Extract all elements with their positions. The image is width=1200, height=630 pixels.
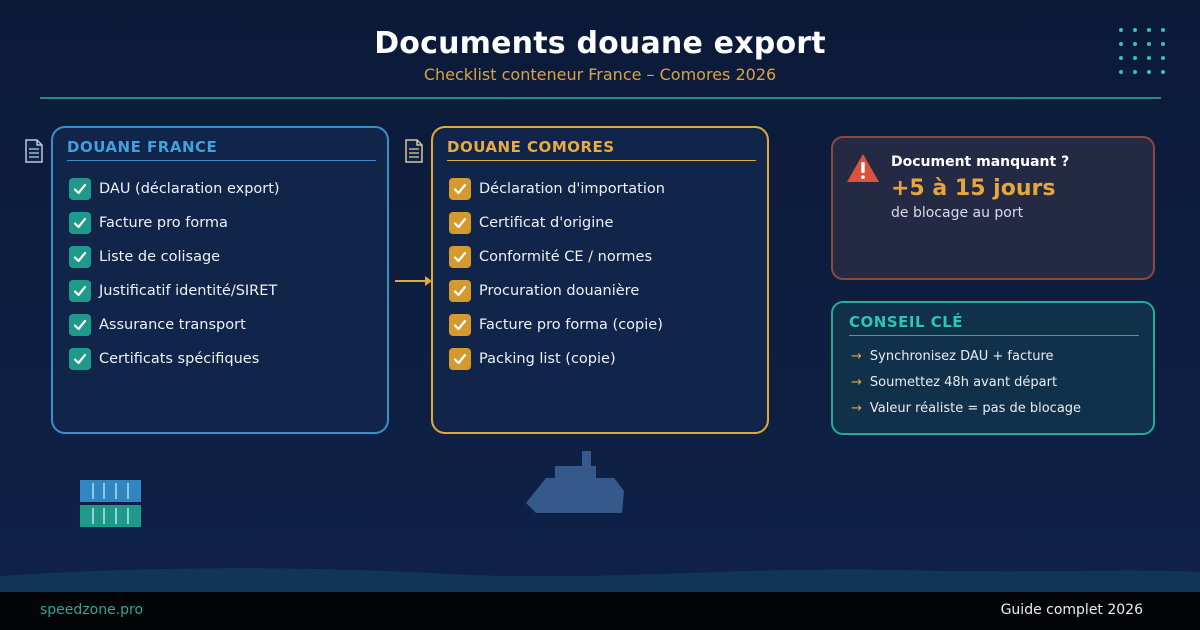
check-icon xyxy=(69,280,91,302)
document-icon xyxy=(25,139,43,163)
check-icon xyxy=(69,246,91,268)
panel-heading: DOUANE COMORES xyxy=(447,138,615,156)
check-icon xyxy=(69,178,91,200)
check-icon xyxy=(449,212,471,234)
list-item[interactable]: Facture pro forma (copie) xyxy=(449,308,665,342)
panel-divider xyxy=(447,160,756,161)
checklist-comores: Déclaration d'importation Certificat d'o… xyxy=(449,172,665,376)
decorative-dot xyxy=(1133,28,1137,32)
decorative-dot xyxy=(1147,28,1151,32)
list-item[interactable]: Justificatif identité/SIRET xyxy=(69,274,280,308)
panel-douane-france: DOUANE FRANCE DAU (déclaration export) F… xyxy=(51,126,389,434)
list-item-label: Facture pro forma xyxy=(99,215,228,231)
list-item-label: Certificat d'origine xyxy=(479,215,614,231)
decorative-dot xyxy=(1119,70,1123,74)
decorative-dot xyxy=(1133,70,1137,74)
panel-heading: DOUANE FRANCE xyxy=(67,138,218,156)
decorative-dot xyxy=(1133,42,1137,46)
tip-item: → Soumettez 48h avant départ xyxy=(851,369,1081,395)
list-item[interactable]: Liste de colisage xyxy=(69,240,280,274)
tip-list: → Synchronisez DAU + facture → Soumettez 4… xyxy=(851,343,1081,421)
panel-divider xyxy=(67,160,376,161)
decorative-dot xyxy=(1147,56,1151,60)
document-icon xyxy=(405,139,423,163)
check-icon xyxy=(449,314,471,336)
tip-item-label: Synchronisez DAU + facture xyxy=(869,348,1054,364)
sea-waves xyxy=(0,568,1200,592)
list-item-label: DAU (déclaration export) xyxy=(99,181,280,197)
panel-douane-comores: DOUANE COMORES Déclaration d'importation… xyxy=(431,126,769,434)
page-title: Documents douane export xyxy=(374,26,826,61)
check-icon xyxy=(449,178,471,200)
list-item[interactable]: Déclaration d'importation xyxy=(449,172,665,206)
list-item[interactable]: Certificats spécifiques xyxy=(69,342,280,376)
footer-guide-label: Guide complet 2026 xyxy=(1000,602,1143,618)
list-item-label: Assurance transport xyxy=(99,317,246,333)
list-item[interactable]: Assurance transport xyxy=(69,308,280,342)
tip-divider xyxy=(849,335,1139,336)
list-item[interactable]: Procuration douanière xyxy=(449,274,665,308)
header-divider xyxy=(40,97,1161,99)
decorative-dot xyxy=(1161,42,1165,46)
check-icon xyxy=(69,314,91,336)
list-item-label: Conformité CE / normes xyxy=(479,249,652,265)
page-subtitle: Checklist conteneur France – Comores 202… xyxy=(423,65,777,84)
list-item[interactable]: Conformité CE / normes xyxy=(449,240,665,274)
alert-subtext: de blocage au port xyxy=(891,205,1024,221)
arrow-right-icon: → xyxy=(851,348,862,364)
list-item-label: Déclaration d'importation xyxy=(479,181,665,197)
decorative-dot xyxy=(1119,56,1123,60)
list-item[interactable]: Certificat d'origine xyxy=(449,206,665,240)
checklist-france: DAU (déclaration export) Facture pro for… xyxy=(69,172,280,376)
arrow-right-icon xyxy=(395,276,432,286)
list-item-label: Certificats spécifiques xyxy=(99,351,260,367)
arrow-right-icon: → xyxy=(851,374,862,390)
decorative-dot xyxy=(1147,42,1151,46)
list-item[interactable]: DAU (déclaration export) xyxy=(69,172,280,206)
list-item[interactable]: Facture pro forma xyxy=(69,206,280,240)
tip-item: → Valeur réaliste = pas de blocage xyxy=(851,395,1081,421)
decorative-dot xyxy=(1161,70,1165,74)
check-icon xyxy=(69,212,91,234)
tip-item: → Synchronisez DAU + facture xyxy=(851,343,1081,369)
tip-heading: CONSEIL CLÉ xyxy=(849,313,964,331)
tip-item-label: Soumettez 48h avant départ xyxy=(869,374,1058,390)
decorative-dot xyxy=(1161,56,1165,60)
check-icon xyxy=(449,246,471,268)
decorative-dot xyxy=(1147,70,1151,74)
list-item-label: Procuration douanière xyxy=(479,283,640,299)
list-item-label: Liste de colisage xyxy=(99,249,221,265)
warning-icon xyxy=(847,154,879,182)
container-icon xyxy=(80,480,141,527)
check-icon xyxy=(69,348,91,370)
tip-item-label: Valeur réaliste = pas de blocage xyxy=(869,400,1082,416)
missing-document-alert: Document manquant ? +5 à 15 jours de blo… xyxy=(831,136,1155,280)
decorative-dot xyxy=(1133,56,1137,60)
decorative-dot xyxy=(1161,28,1165,32)
check-icon xyxy=(449,280,471,302)
decorative-dot xyxy=(1119,28,1123,32)
arrow-right-icon: → xyxy=(851,400,862,416)
list-item[interactable]: Packing list (copie) xyxy=(449,342,665,376)
footer: speedzone.pro Guide complet 2026 xyxy=(0,592,1200,630)
decorative-dot-grid xyxy=(1117,25,1173,77)
list-item-label: Facture pro forma (copie) xyxy=(479,317,663,333)
footer-site-link[interactable]: speedzone.pro xyxy=(40,602,143,618)
alert-delay: +5 à 15 jours xyxy=(891,176,1056,201)
decorative-dot xyxy=(1119,42,1123,46)
list-item-label: Packing list (copie) xyxy=(479,351,616,367)
ship-icon xyxy=(526,451,624,513)
alert-title: Document manquant ? xyxy=(891,154,1070,170)
list-item-label: Justificatif identité/SIRET xyxy=(99,283,278,299)
check-icon xyxy=(449,348,471,370)
key-tip-card: CONSEIL CLÉ → Synchronisez DAU + facture … xyxy=(831,301,1155,435)
